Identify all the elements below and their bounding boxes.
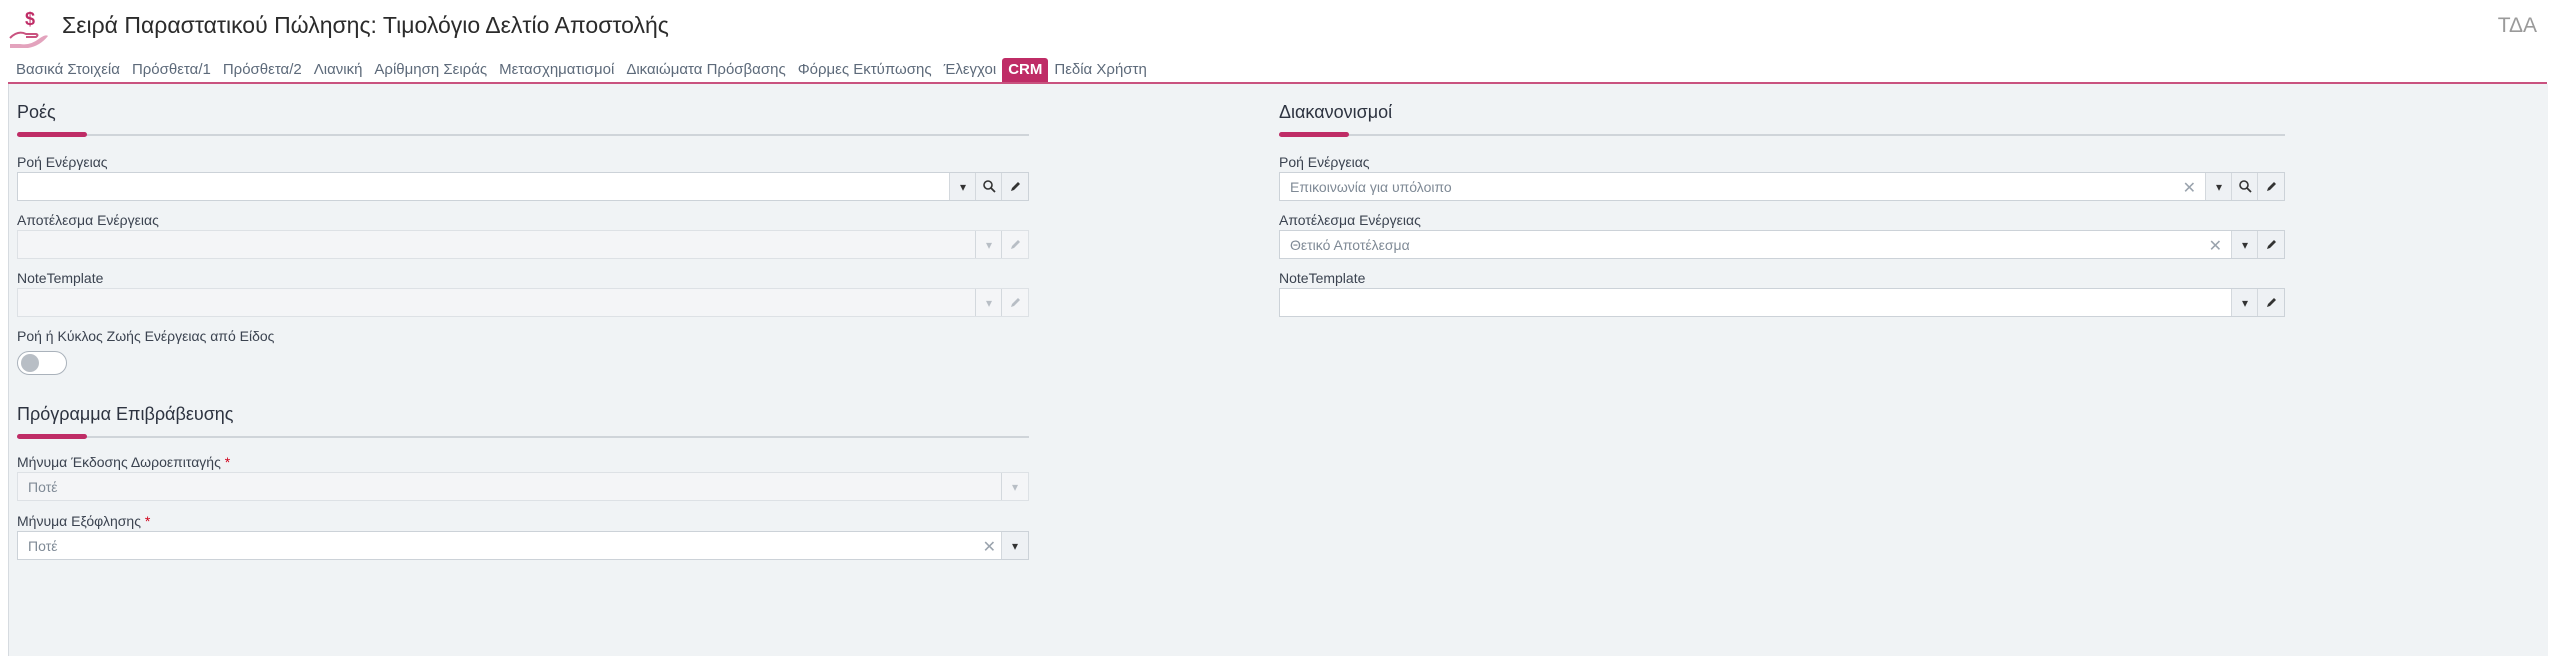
pencil-icon[interactable]: [2257, 173, 2284, 200]
payoff-message-label: Μήνυμα Εξόφλησης *: [17, 513, 150, 529]
settle-flow-label: Ροή Ενέργειας: [1279, 154, 1370, 170]
clear-icon[interactable]: ✕: [2209, 236, 2222, 256]
tab-retail[interactable]: Λιανική: [308, 58, 369, 82]
clear-icon[interactable]: ✕: [983, 537, 996, 557]
settle-note-template-field[interactable]: ▾: [1279, 288, 2285, 317]
chevron-down-icon[interactable]: ▾: [1001, 532, 1028, 559]
settle-result-label: Αποτέλεσμα Ενέργειας: [1279, 212, 1421, 228]
voucher-message-value: Ποτέ: [28, 479, 58, 495]
tab-checks[interactable]: Έλεγχοι: [938, 58, 1003, 82]
voucher-message-label-text: Μήνυμα Έκδοσης Δωροεπιταγής: [17, 454, 221, 470]
tab-basic[interactable]: Βασικά Στοιχεία: [10, 58, 126, 82]
svg-text:$: $: [25, 9, 35, 29]
chevron-down-icon[interactable]: ▾: [2231, 289, 2258, 316]
pencil-icon: [1001, 289, 1028, 316]
settle-result-value: Θετικό Αποτέλεσμα: [1290, 237, 1410, 253]
voucher-message-label: Μήνυμα Έκδοσης Δωροεπιταγής *: [17, 454, 230, 470]
content-panel: Ροές Ροή Ενέργειας ▾ Αποτέλεσμα Ενέργεια…: [8, 84, 2548, 656]
chevron-down-icon: ▾: [1001, 473, 1028, 500]
tab-transformations[interactable]: Μετασχηματισμοί: [493, 58, 620, 82]
flow-label: Ροή Ενέργειας: [17, 154, 108, 170]
hand-dollar-icon: $: [8, 8, 50, 48]
chevron-down-icon[interactable]: ▾: [2205, 173, 2232, 200]
chevron-down-icon[interactable]: ▾: [949, 173, 976, 200]
header: $ Σειρά Παραστατικού Πώλησης: Τιμολόγιο …: [0, 0, 2555, 56]
voucher-message-field: Ποτέ ▾: [17, 472, 1029, 501]
tab-user-fields[interactable]: Πεδία Χρήστη: [1048, 58, 1152, 82]
settle-result-field[interactable]: Θετικό Αποτέλεσμα ✕ ▾: [1279, 230, 2285, 259]
toggle-knob: [21, 354, 39, 372]
tab-extra-2[interactable]: Πρόσθετα/2: [217, 58, 308, 82]
tab-numbering[interactable]: Αρίθμηση Σειράς: [368, 58, 493, 82]
section-rule: [17, 134, 1029, 136]
chevron-down-icon: ▾: [975, 231, 1002, 258]
section-rule: [1279, 134, 2285, 136]
tab-crm[interactable]: CRM: [1002, 58, 1049, 82]
tab-extra-1[interactable]: Πρόσθετα/1: [126, 58, 217, 82]
section-accent: [17, 132, 87, 137]
tab-access-rights[interactable]: Δικαιώματα Πρόσβασης: [620, 58, 791, 82]
pencil-icon[interactable]: [2257, 289, 2284, 316]
search-icon[interactable]: [2231, 173, 2258, 200]
section-accent: [17, 434, 87, 439]
result-field: ▾: [17, 230, 1029, 259]
section-title-reward: Πρόγραμμα Επιβράβευσης: [17, 404, 234, 424]
section-title-settlements: Διακανονισμοί: [1279, 102, 1393, 122]
settle-flow-value: Επικοινωνία για υπόλοιπο: [1290, 179, 1452, 195]
toggle-label: Ροή ή Κύκλος Ζωής Ενέργειας από Είδος: [17, 328, 275, 344]
payoff-message-field[interactable]: Ποτέ ✕ ▾: [17, 531, 1029, 560]
tab-print-forms[interactable]: Φόρμες Εκτύπωσης: [792, 58, 938, 82]
tab-bar: Βασικά Στοιχεία Πρόσθετα/1 Πρόσθετα/2 Λι…: [10, 58, 1153, 82]
lifecycle-toggle[interactable]: [17, 351, 67, 375]
payoff-message-label-text: Μήνυμα Εξόφλησης: [17, 513, 141, 529]
page-title: Σειρά Παραστατικού Πώλησης: Τιμολόγιο Δε…: [62, 12, 669, 38]
result-label: Αποτέλεσμα Ενέργειας: [17, 212, 159, 228]
required-mark: *: [224, 454, 231, 470]
pencil-icon[interactable]: [2257, 231, 2284, 258]
chevron-down-icon: ▾: [975, 289, 1002, 316]
note-template-label: NoteTemplate: [17, 270, 104, 286]
required-mark: *: [144, 513, 151, 529]
pencil-icon[interactable]: [1001, 173, 1028, 200]
settle-note-template-label: NoteTemplate: [1279, 270, 1366, 286]
chevron-down-icon[interactable]: ▾: [2231, 231, 2258, 258]
flow-field[interactable]: ▾: [17, 172, 1029, 201]
pencil-icon: [1001, 231, 1028, 258]
note-template-field: ▾: [17, 288, 1029, 317]
clear-icon[interactable]: ✕: [2183, 178, 2196, 198]
search-icon[interactable]: [975, 173, 1002, 200]
payoff-message-value: Ποτέ: [28, 538, 58, 554]
company-code: ΤΔΑ: [2497, 14, 2537, 37]
section-title-flows: Ροές: [17, 102, 56, 122]
section-rule: [17, 436, 1029, 438]
section-accent: [1279, 132, 1349, 137]
settle-flow-field[interactable]: Επικοινωνία για υπόλοιπο ✕ ▾: [1279, 172, 2285, 201]
